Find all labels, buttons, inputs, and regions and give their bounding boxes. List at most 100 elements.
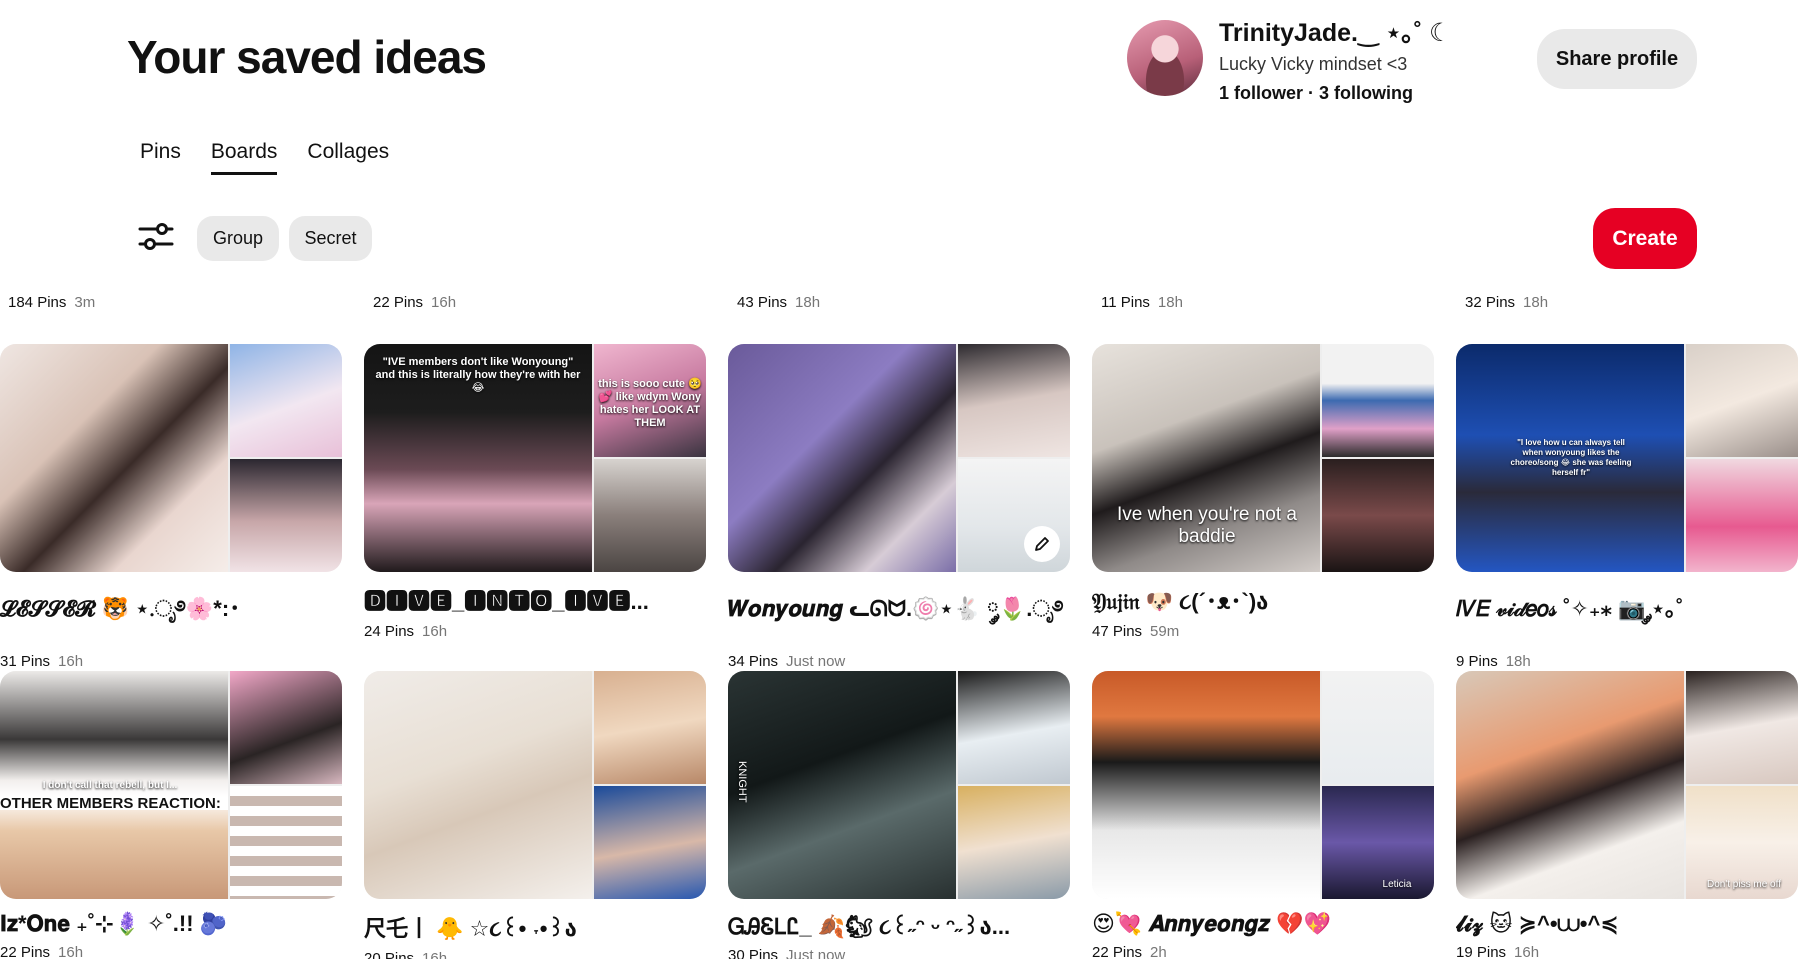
board-meta: 47 Pins 59m [1092, 623, 1434, 640]
tab-pins[interactable]: Pins [140, 140, 181, 175]
board-meta: 31 Pins 16h [0, 653, 342, 670]
board-cover[interactable]: KNIGHT [728, 671, 1070, 899]
board-title[interactable]: 😍💘 𝑨𝒏𝒏𝒚𝒆𝒐𝒏𝒈𝒛 💔💖 [1092, 911, 1432, 937]
board-title[interactable]: 𝓵𝓲𝔃 🐱 ≽^•⩊•^≼ [1456, 911, 1796, 937]
profile-bio: Lucky Vicky mindset <3 [1219, 54, 1408, 74]
board-title[interactable]: ᏀᎯᏋᏞᏝ_ 🍂🐿 ૮꒰˶ᵔ ᵕ ᵔ˶꒱ა... [728, 911, 1068, 940]
updated-time: 16h [422, 623, 448, 640]
updated-time: 18h [1157, 294, 1183, 311]
secret-filter-chip[interactable]: Secret [289, 216, 372, 261]
pin-count: 30 Pins [728, 947, 779, 959]
cover-image [728, 344, 956, 572]
board-card[interactable]: 𝑾𝒐𝒏𝒚𝒐𝒖𝒏𝒈 ᓚᘏᗢ.🍥⋆🐇 ༘🌷.ೃ࿔ 34 Pins Just now [728, 344, 1070, 670]
updated-time: 59m [1150, 623, 1180, 640]
cover-image [958, 786, 1070, 899]
board-title[interactable]: 尺乇丨 🐥 ☆૮꒰• ˕•꒱ა [364, 911, 704, 943]
board-cover[interactable]: Ive when you're not a baddie [1092, 344, 1434, 572]
pin-count: 22 Pins [1092, 944, 1143, 959]
cover-image [1686, 344, 1798, 457]
caption-text: Ive when you're not a baddie [1116, 504, 1298, 547]
caption-text: I don't call that rebell, but I... [42, 780, 178, 791]
updated-time: 3m [74, 294, 96, 311]
pin-count: 9 Pins [1456, 653, 1498, 670]
cover-image: Ive when you're not a baddie [1092, 344, 1320, 572]
board-card[interactable]: KNIGHT ᏀᎯᏋᏞᏝ_ 🍂🐿 ૮꒰˶ᵔ ᵕ ᵔ˶꒱ა... 30 Pins J… [728, 671, 1070, 959]
board-cover[interactable]: Don't piss me off [1456, 671, 1798, 899]
board-title[interactable]: 𝐈𝐳*𝐎𝐧𝐞 ₊˚⊹🪻 ✧˚.!! 🫐 [0, 911, 340, 937]
cover-image: Don't piss me off [1686, 786, 1798, 899]
cover-image: Leticia [1322, 786, 1434, 899]
board-card[interactable]: 𝓛𝓔𝓢𝓢𝓔𝓡 🐯 ⋆.ೃ࿔🌸*:･ 31 Pins 16h [0, 344, 342, 670]
cover-image [1322, 459, 1434, 572]
board-meta: 9 Pins 18h [1456, 653, 1798, 670]
share-profile-button[interactable]: Share profile [1537, 29, 1697, 89]
pin-count: 24 Pins [364, 623, 415, 640]
cover-image [1456, 671, 1684, 899]
cover-image [594, 786, 706, 899]
board-title[interactable]: 🅳🅸🆅🅴_🅸🅽🆃🅾_🅸🆅🅴... [364, 584, 704, 616]
board-card[interactable]: "I love how u can always tell when wonyo… [1456, 344, 1798, 670]
pin-count: 20 Pins [364, 950, 415, 959]
cover-image: "I love how u can always tell when wonyo… [1456, 344, 1684, 572]
board-meta: 24 Pins 16h [364, 623, 706, 640]
cover-image [364, 671, 592, 899]
group-filter-chip[interactable]: Group [197, 216, 279, 261]
board-card[interactable]: Leticia 😍💘 𝑨𝒏𝒏𝒚𝒆𝒐𝒏𝒈𝒛 💔💖 22 Pins 2h [1092, 671, 1434, 959]
page-title: Your saved ideas [127, 31, 487, 83]
caption-text: Don't piss me off [1707, 879, 1781, 890]
cover-image [1322, 344, 1434, 457]
pin-count: 184 Pins [8, 294, 67, 311]
create-button[interactable]: Create [1593, 208, 1697, 269]
avatar[interactable] [1127, 20, 1203, 96]
board-meta-top: 184 Pins 3m [8, 294, 95, 311]
caption-text: "I love how u can always tell when wonyo… [1510, 438, 1632, 477]
board-meta-top: 11 Pins 18h [1101, 294, 1183, 311]
tab-collages[interactable]: Collages [307, 140, 389, 175]
cover-image [230, 459, 342, 572]
board-cover[interactable] [728, 344, 1070, 572]
cover-image [230, 671, 342, 784]
board-card[interactable]: I don't call that rebell, but I... OTHER… [0, 671, 342, 959]
updated-time: Just now [786, 653, 846, 670]
pin-count: 22 Pins [373, 294, 424, 311]
updated-time: 16h [1514, 944, 1540, 959]
board-title[interactable]: 𝑾𝒐𝒏𝒚𝒐𝒖𝒏𝒈 ᓚᘏᗢ.🍥⋆🐇 ༘🌷.ೃ࿔ [728, 584, 1068, 646]
board-card[interactable]: Don't piss me off 𝓵𝓲𝔃 🐱 ≽^•⩊•^≼ 19 Pins 1… [1456, 671, 1798, 959]
board-title[interactable]: 𝐼𝑉𝐸 𝓋𝒾𝒹𝑒𝑜𝓈 ˚✧₊⁎ 📷 ༘⋆｡˚ [1456, 584, 1796, 646]
updated-time: 16h [422, 950, 448, 959]
cover-image: "IVE members don't like Wonyoung" and th… [364, 344, 592, 572]
board-title[interactable]: 𝔜𝔲𝔧𝔦𝔫 🐶 ૮(´･ᴥ･`)ა [1092, 584, 1432, 616]
pin-count: 22 Pins [0, 944, 51, 959]
filter-sliders-icon[interactable] [138, 222, 174, 252]
tab-boards[interactable]: Boards [210, 140, 278, 175]
username[interactable]: TrinityJade.‿ ⋆｡˚ ☾ [1219, 18, 1451, 48]
cover-image [958, 344, 1070, 457]
board-cover[interactable] [364, 671, 706, 899]
board-card[interactable]: Ive when you're not a baddie 𝔜𝔲𝔧𝔦𝔫 🐶 ૮(´… [1092, 344, 1434, 640]
board-cover[interactable]: "IVE members don't like Wonyoung" and th… [364, 344, 706, 572]
updated-time: 18h [1505, 653, 1531, 670]
pin-count: 43 Pins [737, 294, 788, 311]
board-card[interactable]: "IVE members don't like Wonyoung" and th… [364, 344, 706, 640]
board-cover[interactable]: I don't call that rebell, but I... OTHER… [0, 671, 342, 899]
follow-counts[interactable]: 1 follower · 3 following [1219, 83, 1451, 104]
updated-time: 2h [1150, 944, 1167, 959]
board-cover[interactable]: Leticia [1092, 671, 1434, 899]
cover-image: this is sooo cute 🥺💕 like wdym Wony hate… [594, 344, 706, 457]
board-cover[interactable] [0, 344, 342, 572]
updated-time: 16h [431, 294, 457, 311]
board-card[interactable]: 尺乇丨 🐥 ☆૮꒰• ˕•꒱ა 20 Pins 16h [364, 671, 706, 959]
pencil-edit-icon [1035, 537, 1049, 551]
pin-count: 19 Pins [1456, 944, 1507, 959]
board-title[interactable]: 𝓛𝓔𝓢𝓢𝓔𝓡 🐯 ⋆.ೃ࿔🌸*:･ [0, 584, 340, 646]
cover-image [0, 344, 228, 572]
cover-image: I don't call that rebell, but I... OTHER… [0, 671, 228, 899]
cover-image [1092, 671, 1320, 899]
board-meta: 22 Pins 2h [1092, 944, 1434, 959]
board-meta: 20 Pins 16h [364, 950, 706, 959]
edit-board-button[interactable] [1024, 526, 1060, 562]
board-meta: 19 Pins 16h [1456, 944, 1798, 959]
caption-text: KNIGHT [736, 761, 748, 803]
board-cover[interactable]: "I love how u can always tell when wonyo… [1456, 344, 1798, 572]
cover-image [230, 344, 342, 457]
